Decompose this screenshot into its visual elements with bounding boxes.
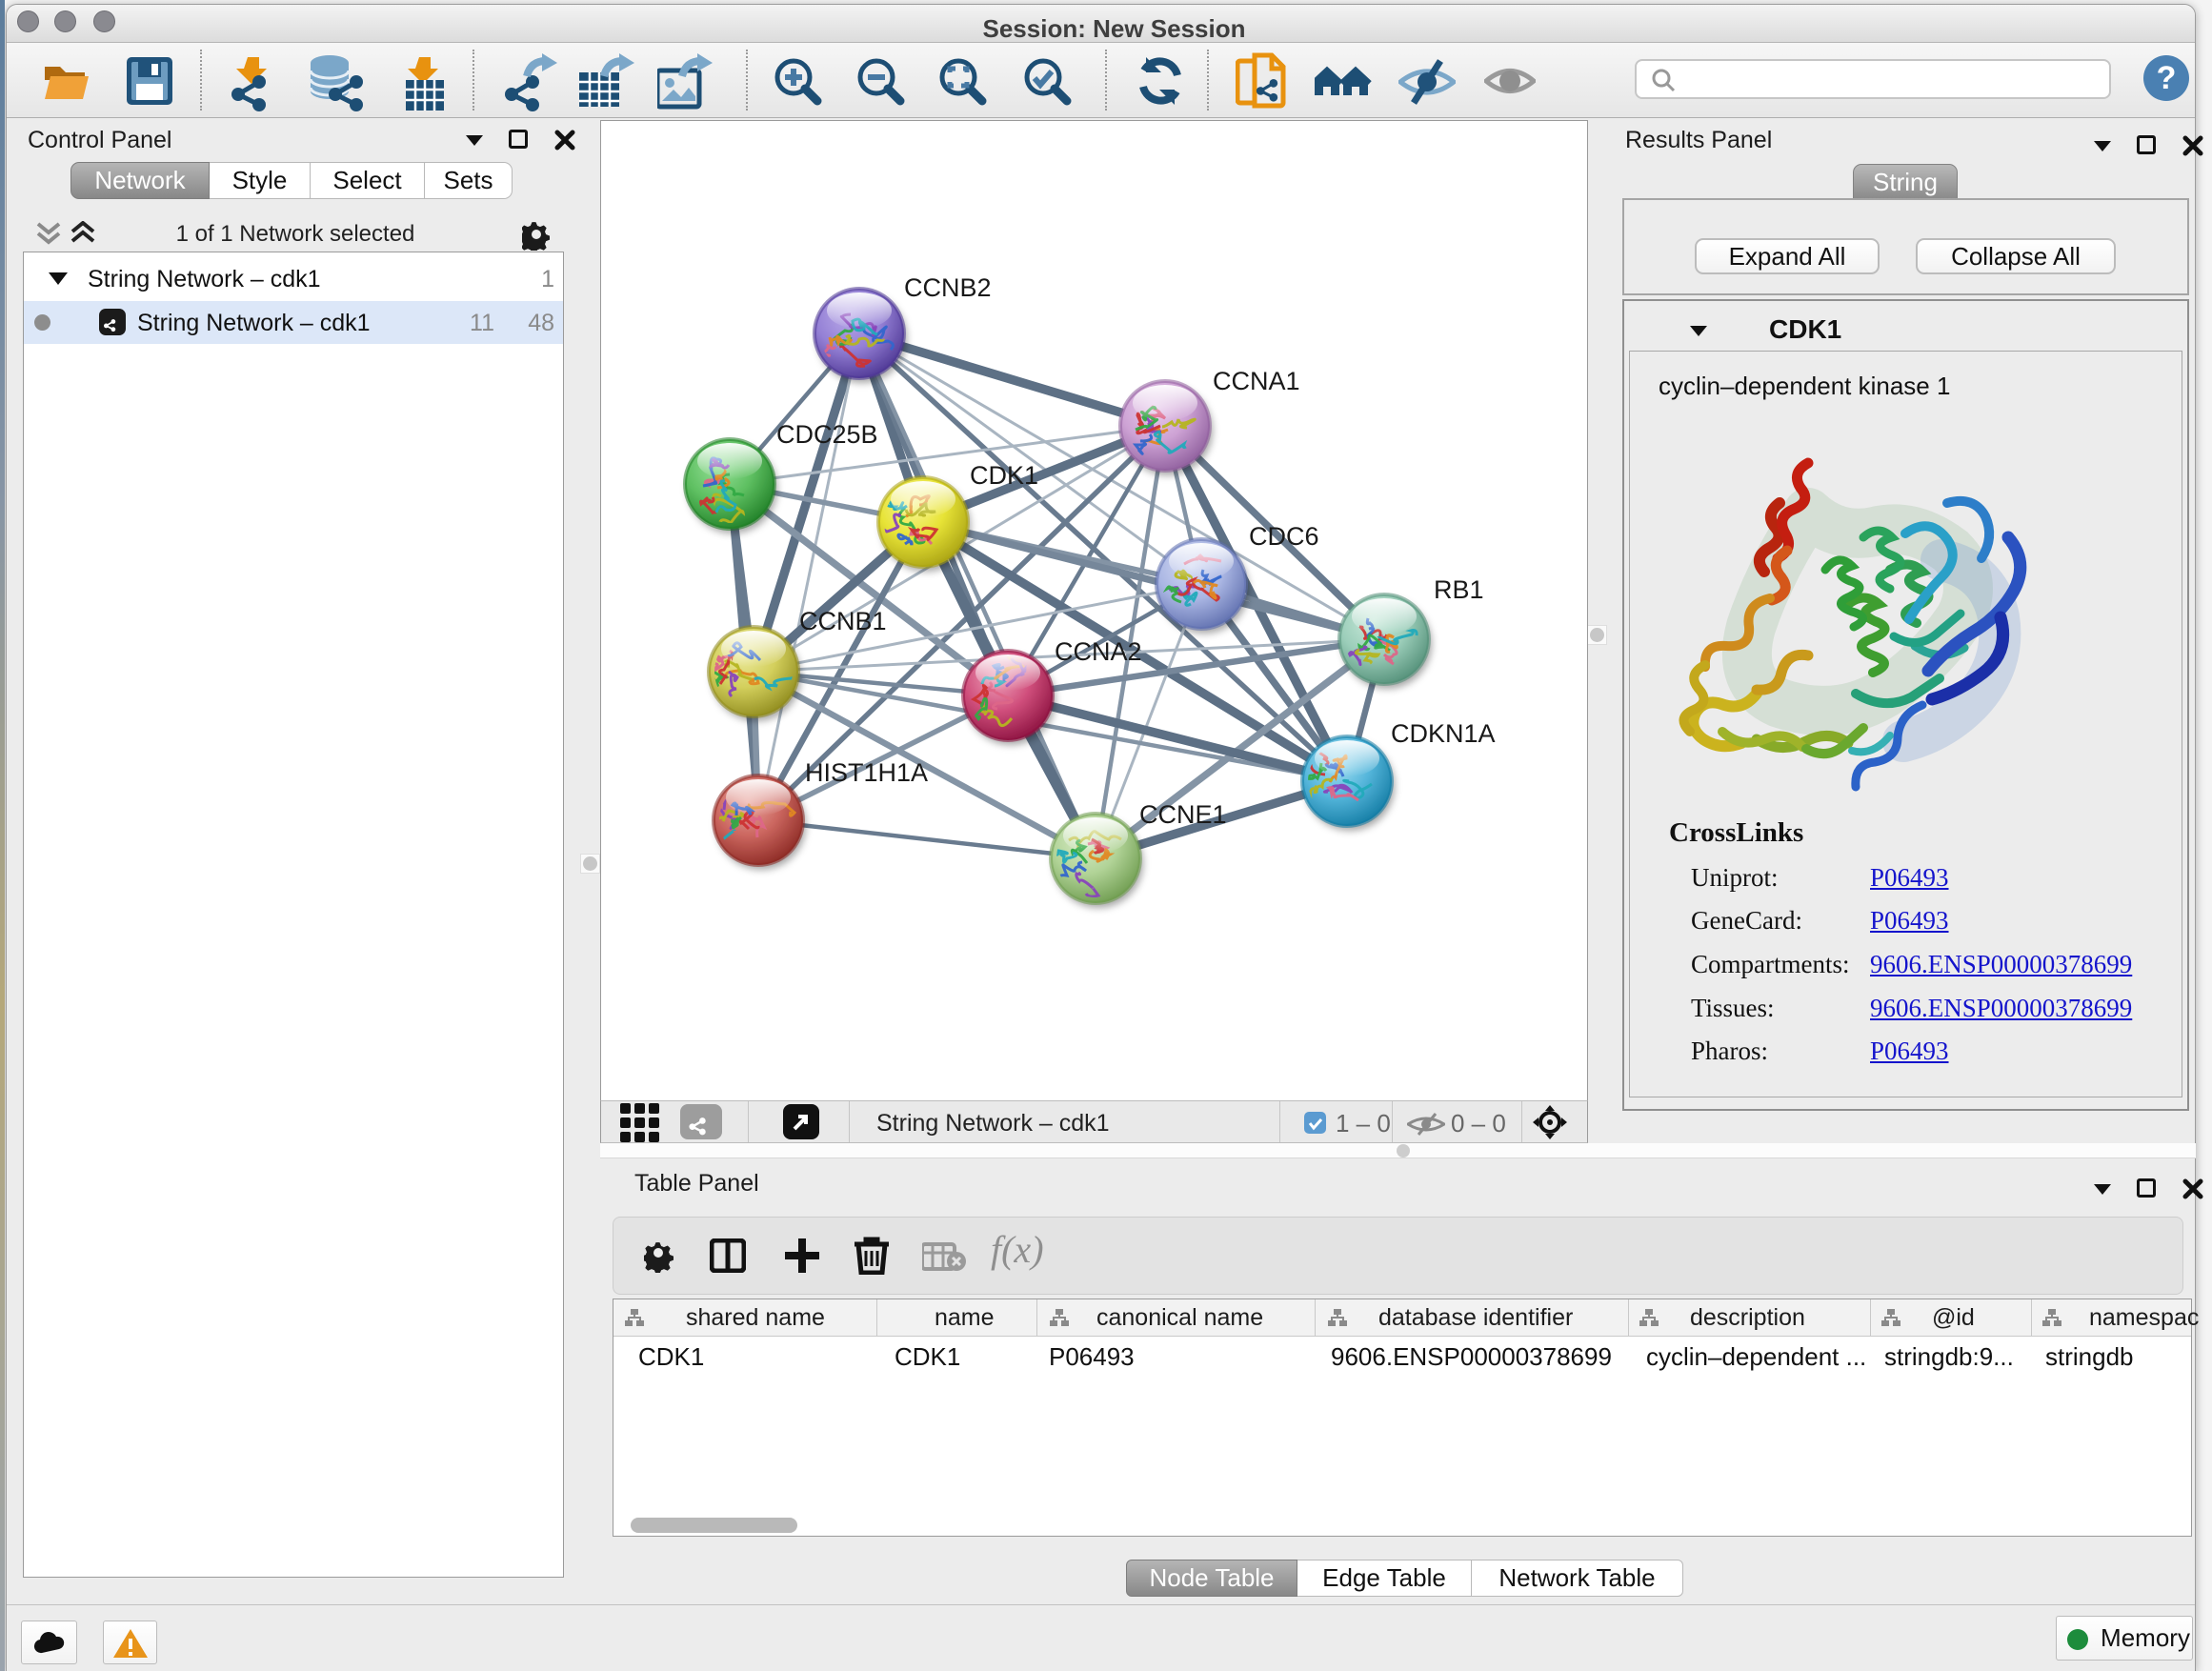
svg-text:CDC6: CDC6 <box>1249 522 1319 551</box>
svg-text:RB1: RB1 <box>1434 575 1484 604</box>
svg-text:CDC25B: CDC25B <box>776 420 878 449</box>
svg-text:CCNE1: CCNE1 <box>1139 800 1227 829</box>
svg-text:CCNA2: CCNA2 <box>1055 637 1142 666</box>
svg-text:CDK1: CDK1 <box>970 461 1038 490</box>
svg-text:CDKN1A: CDKN1A <box>1391 719 1496 748</box>
svg-text:CCNB2: CCNB2 <box>904 273 992 302</box>
svg-text:HIST1H1A: HIST1H1A <box>805 758 928 787</box>
svg-text:CCNB1: CCNB1 <box>799 607 887 635</box>
svg-text:CCNA1: CCNA1 <box>1213 367 1300 395</box>
